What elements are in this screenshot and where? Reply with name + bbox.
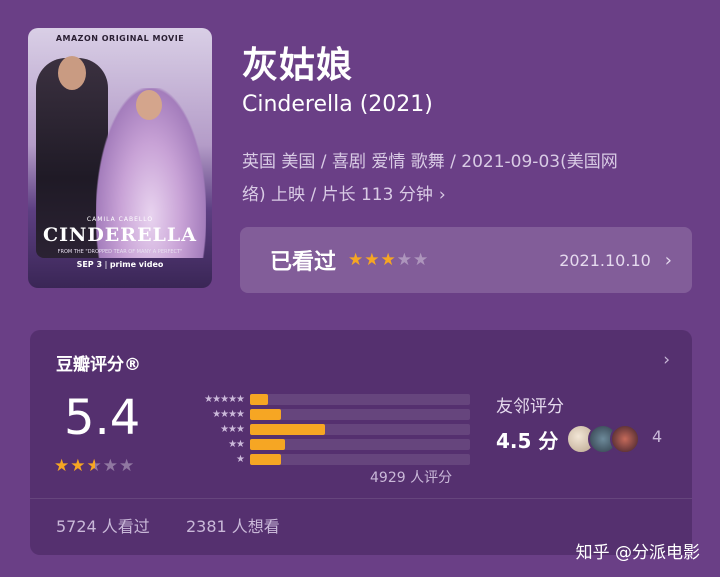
distribution-track (250, 394, 470, 405)
rating-stars: ★★★★★ (54, 456, 135, 476)
rating-distribution: ★★★★★ ★★★★ ★★★ ★★ ★ (170, 392, 470, 467)
seen-count[interactable]: 5724 人看过 (56, 513, 150, 537)
distribution-track (250, 454, 470, 465)
star-icon: ★ (364, 250, 381, 270)
distribution-bar (250, 439, 286, 450)
watched-rating-stars: ★★★★★ (348, 250, 429, 270)
movie-meta[interactable]: 英国 美国 / 喜剧 爱情 歌舞 / 2021-09-03(美国网 络) 上映 … (242, 146, 692, 212)
avatar[interactable] (610, 424, 640, 454)
watched-date: 2021.10.10 (559, 250, 651, 270)
poster-release-date: SEP 3 (76, 260, 103, 269)
rating-count: 4929 人评分 (370, 470, 453, 486)
want-count[interactable]: 2381 人想看 (186, 513, 280, 537)
chevron-right-icon[interactable]: › (663, 350, 670, 370)
distribution-row: ★★★★ (170, 407, 470, 422)
distribution-stars-label: ★★★ (220, 424, 245, 435)
friends-rating-score: 4.5 分 (496, 429, 559, 453)
movie-meta-line2: 络) 上映 / 片长 113 分钟 (242, 185, 433, 205)
rating-score: 5.4 (64, 390, 141, 446)
star-icon: ★ (102, 456, 119, 476)
poster-release-line: SEP 3 | prime video (28, 260, 212, 269)
distribution-stars-label: ★ (236, 454, 245, 465)
distribution-track (250, 424, 470, 435)
watched-bar[interactable]: 已看过 ★★★★★ 2021.10.10 › (240, 227, 692, 293)
distribution-row: ★★★★★ (170, 392, 470, 407)
distribution-row: ★★★ (170, 422, 470, 437)
distribution-track (250, 439, 470, 450)
star-icon: ★ (86, 456, 103, 476)
star-icon: ★ (70, 456, 87, 476)
star-icon: ★ (396, 250, 414, 270)
movie-poster[interactable]: AMAZON ORIGINAL MOVIE CAMILA CABELLO CIN… (28, 28, 212, 288)
distribution-stars-label: ★★★★★ (204, 394, 245, 405)
movie-title-cn: 灰姑娘 (242, 45, 354, 86)
distribution-bar (250, 454, 281, 465)
poster-title-text: CINDERELLA (42, 224, 198, 246)
movie-meta-line2-wrap: 络) 上映 / 片长 113 分钟 › (242, 179, 692, 212)
star-icon: ★ (54, 456, 71, 476)
chevron-right-icon: › (664, 249, 672, 271)
distribution-stars-label: ★★★★ (212, 409, 245, 420)
poster-tagline-text: FROM THE "DROPPED TEAR OF MANY A PERFECT… (57, 249, 183, 255)
star-icon: ★ (413, 250, 430, 270)
rating-card-header: 豆瓣评分® (56, 355, 141, 375)
poster-service: prime video (109, 260, 164, 269)
friends-avatars[interactable] (566, 424, 640, 454)
star-icon: ★ (380, 250, 397, 270)
douban-rating-card[interactable]: 豆瓣评分® › 5.4 ★★★★★ ★★★★★ ★★★★ ★★★ ★★ ★ 4929 人… (30, 330, 692, 555)
movie-meta-line1: 英国 美国 / 喜剧 爱情 歌舞 / 2021-09-03(美国网 (242, 152, 618, 172)
distribution-bar (250, 409, 281, 420)
distribution-stars-label: ★★ (228, 439, 245, 450)
divider (30, 498, 692, 499)
distribution-bar (250, 394, 268, 405)
poster-studio-text: AMAZON ORIGINAL MOVIE (55, 34, 185, 43)
chevron-right-icon: › (438, 185, 446, 205)
watched-label: 已看过 (270, 250, 337, 275)
friends-count: 4 (652, 427, 663, 446)
star-icon: ★ (348, 250, 365, 270)
distribution-row: ★ (170, 452, 470, 467)
distribution-row: ★★ (170, 437, 470, 452)
friends-rating-label: 友邻评分 (496, 397, 564, 417)
star-icon: ★ (119, 456, 136, 476)
watermark: 知乎 @分派电影 (575, 543, 700, 563)
distribution-track (250, 409, 470, 420)
distribution-bar (250, 424, 325, 435)
movie-title-en: Cinderella (2021) (242, 92, 433, 117)
poster-actress-text: CAMILA CABELLO (86, 216, 154, 223)
